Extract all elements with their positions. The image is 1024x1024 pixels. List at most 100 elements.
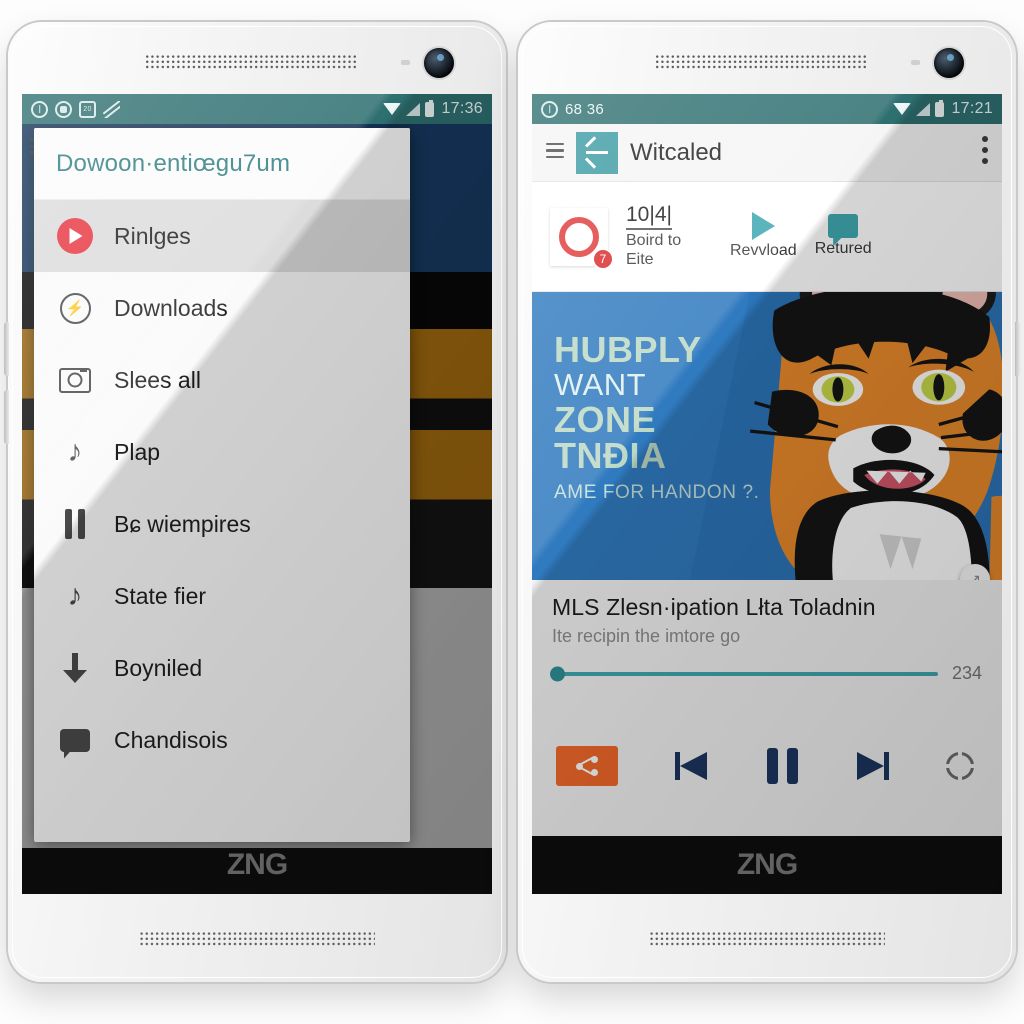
gear-icon[interactable] [945,751,975,781]
toolbar-title: Witcaled [630,138,723,166]
sync-icon [55,100,72,118]
volume-up-button[interactable] [4,322,9,376]
thumbnail[interactable]: 7 [550,207,614,270]
drawer-item-slees-all[interactable]: Slees all [34,344,410,416]
seek-row: 234 [550,663,982,684]
drawer-item-state-fier[interactable]: ♪ State fier [34,560,410,632]
drawer-item-label: Downloads [114,294,228,321]
top-bezel-left [8,22,506,94]
camera-icon [56,361,94,399]
status-notification-count: 68 36 [565,100,605,118]
share-button[interactable] [556,746,618,786]
media-subtitle: Ite recipin the imtore go [552,626,741,646]
drawer-item-label: Bɕ wiempires [114,510,251,537]
speaker-grille [649,931,885,948]
status-system-icons: 17:36 [383,99,483,118]
app-content-left: Dowoon·entiœgu7um Rinlges Downloads [22,124,492,848]
hero-line-1: HUBPLY [554,329,702,370]
hero-caption: AME FOR HANDON ?. [554,482,760,504]
chat-bubble-icon [56,721,94,759]
drawer-item-chandisois[interactable]: Chandisois [34,704,410,776]
drawer-item-label: Plap [114,438,161,465]
front-camera [424,48,454,78]
drawer-item-plap[interactable]: ♪ Plap [34,416,410,488]
earpiece-grille [144,54,357,71]
action-label: Retured [814,240,872,258]
music-note-icon: ♪ [67,579,83,612]
earpiece-grille [654,54,867,71]
bottom-bezel-right [518,894,1016,982]
drawer-item-wiempires[interactable]: Bɕ wiempires [34,488,410,560]
status-system-icons: 17:21 [893,99,993,118]
seek-slider[interactable] [550,666,938,681]
status-notification-icons: 20 [31,100,120,118]
drawer-item-downloads[interactable]: Downloads [34,272,410,344]
pause-button[interactable] [766,748,798,784]
drawer-item-label: Rinlges [114,222,191,249]
bolt-circle-icon [56,289,94,327]
power-button[interactable] [1015,322,1020,376]
camera-glint [437,54,444,61]
primary-stat-value: 10|4| [626,203,672,231]
action-retured[interactable]: Retured [815,214,872,259]
previous-button[interactable] [675,752,709,780]
phone-device-right: 68 36 17:21 Witcaled 7 10|4| Boird to Ei… [518,22,1020,982]
next-button[interactable] [855,752,889,780]
badge-count: 7 [592,247,614,270]
top-bezel-right [518,22,1016,94]
compass-icon [31,100,48,118]
app-toolbar: Witcaled [532,124,1002,182]
primary-stat: 10|4| Boird to Eite [626,203,712,270]
drawer-item-boyniled[interactable]: Boyniled [34,632,410,704]
mute-icon [103,101,120,118]
hero-text-block: HUBPLY WANT ZONE TNÐIA AME FOR HANDON ?. [554,329,760,504]
wifi-icon [383,103,402,115]
more-vertical-icon[interactable] [982,136,988,169]
action-row: 7 10|4| Boird to Eite Revvload Retured [532,182,1002,292]
status-bar-right: 68 36 17:21 [532,94,1002,124]
proximity-sensor [401,60,410,65]
chat-bubble-icon [828,214,859,239]
seek-knob[interactable] [550,666,565,681]
hero-banner[interactable]: HUBPLY WANT ZONE TNÐIA AME FOR HANDON ?.… [532,292,1002,580]
play-triangle-icon [751,212,775,241]
music-note-icon: ♪ [67,435,83,468]
calendar-icon: 20 [79,100,96,118]
hero-line-3: ZONE [554,398,657,440]
red-loop-icon [559,216,599,257]
hamburger-icon[interactable] [546,142,564,162]
volume-down-button[interactable] [4,390,9,444]
front-camera [934,48,964,78]
status-clock: 17:21 [951,100,993,117]
play-circle-icon [56,217,94,255]
back-button[interactable] [576,131,618,174]
drawer-header: Dowoon·entiœgu7um [34,128,410,200]
action-revvload[interactable]: Revvload [730,212,797,261]
battery-icon [935,99,945,117]
proximity-sensor [911,60,920,65]
bottom-bezel-left [8,894,506,982]
status-clock: 17:36 [441,100,483,117]
compass-icon [541,100,558,118]
screen-right: 68 36 17:21 Witcaled 7 10|4| Boird to Ei… [532,94,1002,894]
brand-logo: ZNG [736,848,798,881]
player-controls [532,690,1002,848]
speaker-grille [139,931,375,948]
status-notification-icons: 68 36 [541,100,605,118]
drawer-item-rinlges[interactable]: Rinlges [34,200,410,272]
arrow-left-icon [586,151,608,154]
status-bar-left: 20 17:36 [22,94,492,124]
camera-glint [947,54,954,61]
brand-logo: ZNG [226,848,288,881]
drawer-item-label: Boyniled [114,654,203,681]
wifi-icon [893,103,912,115]
media-info-panel: MLS Zlesn·ipation Lłta Toladnin Ite reci… [532,580,1002,690]
battery-icon [425,99,435,117]
navigation-drawer: Dowoon·entiœgu7um Rinlges Downloads [34,128,410,842]
drawer-item-label: Chandisois [114,726,228,753]
screen-left: 20 17:36 Dowoon·entiœgu7um Rinlges ⚡ Dow… [22,94,492,894]
primary-stat-label: Boird to Eite [626,232,682,268]
download-arrow-icon [56,649,94,687]
device-chin-right: ZNG [532,836,1002,894]
phone-device-left: 20 17:36 Dowoon·entiœgu7um Rinlges ⚡ Dow… [4,22,506,982]
